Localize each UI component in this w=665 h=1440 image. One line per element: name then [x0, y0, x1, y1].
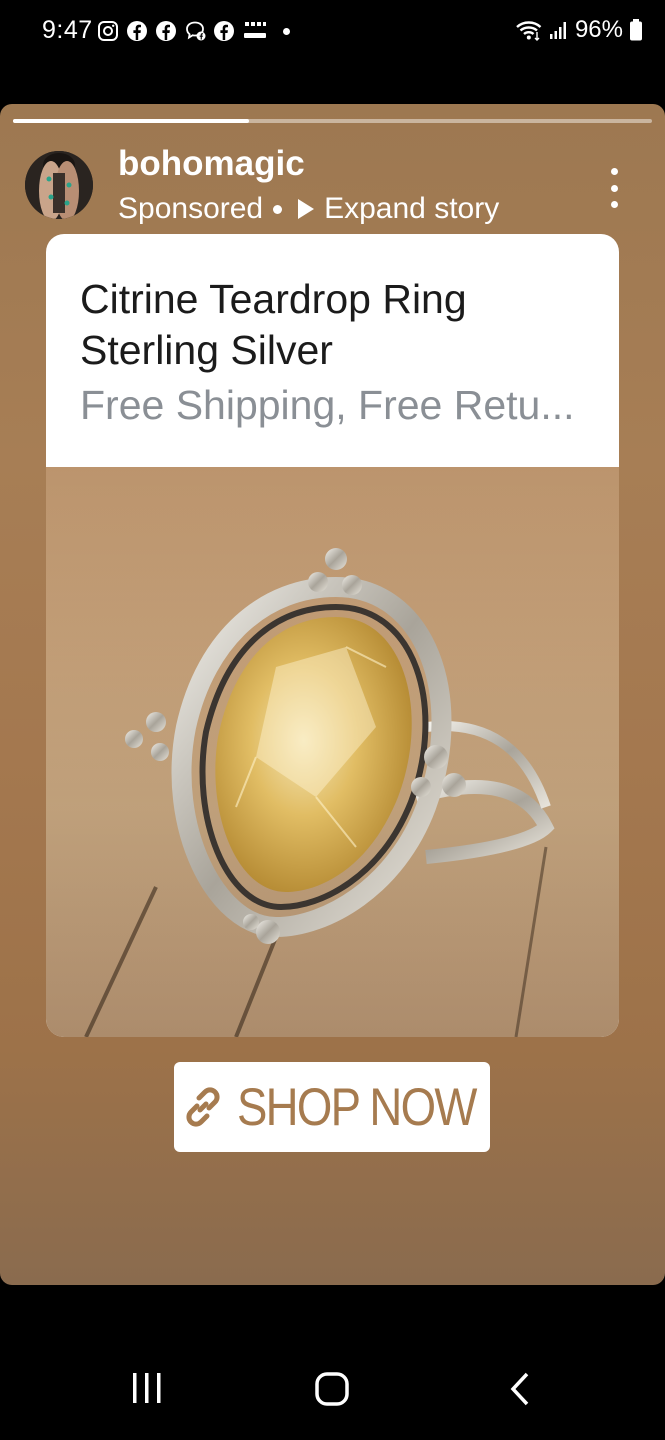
avatar-image	[25, 151, 93, 219]
battery-percent: 96%	[574, 16, 623, 43]
back-icon[interactable]	[505, 1370, 535, 1408]
facebook-icon	[214, 21, 234, 41]
expand-story-link[interactable]: Expand story	[324, 192, 499, 226]
username[interactable]: bohomagic	[118, 144, 305, 184]
status-bar: 9:47 96%	[0, 0, 665, 66]
sponsored-label: Sponsored	[118, 192, 264, 225]
temu-icon	[244, 22, 266, 38]
story-progress-bar	[13, 119, 652, 123]
status-right: 96%	[515, 16, 643, 44]
story-card[interactable]: bohomagic Sponsored Expand story Citrine…	[0, 104, 665, 1285]
navigation-bar	[0, 1340, 665, 1440]
signal-icon	[549, 22, 566, 39]
ad-card[interactable]: Citrine Teardrop Ring Sterling Silver Fr…	[46, 234, 619, 1037]
more-notifications-dot	[283, 27, 290, 35]
messenger-icon	[186, 21, 206, 41]
wifi-icon	[516, 21, 542, 41]
story-meta: Sponsored Expand story	[118, 192, 499, 226]
ad-subtitle: Free Shipping, Free Retu...	[80, 382, 575, 428]
home-icon[interactable]	[313, 1370, 351, 1408]
instagram-icon	[98, 21, 118, 41]
facebook-icon	[127, 21, 147, 41]
ad-title: Citrine Teardrop Ring Sterling Silver	[80, 276, 467, 373]
separator-dot	[273, 204, 283, 214]
ring-illustration	[46, 467, 619, 1037]
link-icon	[186, 1087, 220, 1127]
ring-product-image[interactable]	[46, 467, 619, 1037]
shop-now-button[interactable]: SHOP NOW	[174, 1062, 490, 1152]
facebook-icon	[156, 21, 176, 41]
avatar[interactable]	[25, 151, 93, 219]
recent-apps-icon[interactable]	[130, 1370, 164, 1406]
notification-icons	[97, 20, 290, 42]
battery-icon	[630, 19, 642, 41]
story-progress-fill	[13, 119, 250, 123]
play-icon[interactable]	[298, 199, 315, 219]
shop-now-label: SHOP NOW	[237, 1077, 477, 1137]
status-time: 9:47	[42, 16, 93, 44]
more-options-icon[interactable]	[604, 168, 624, 208]
